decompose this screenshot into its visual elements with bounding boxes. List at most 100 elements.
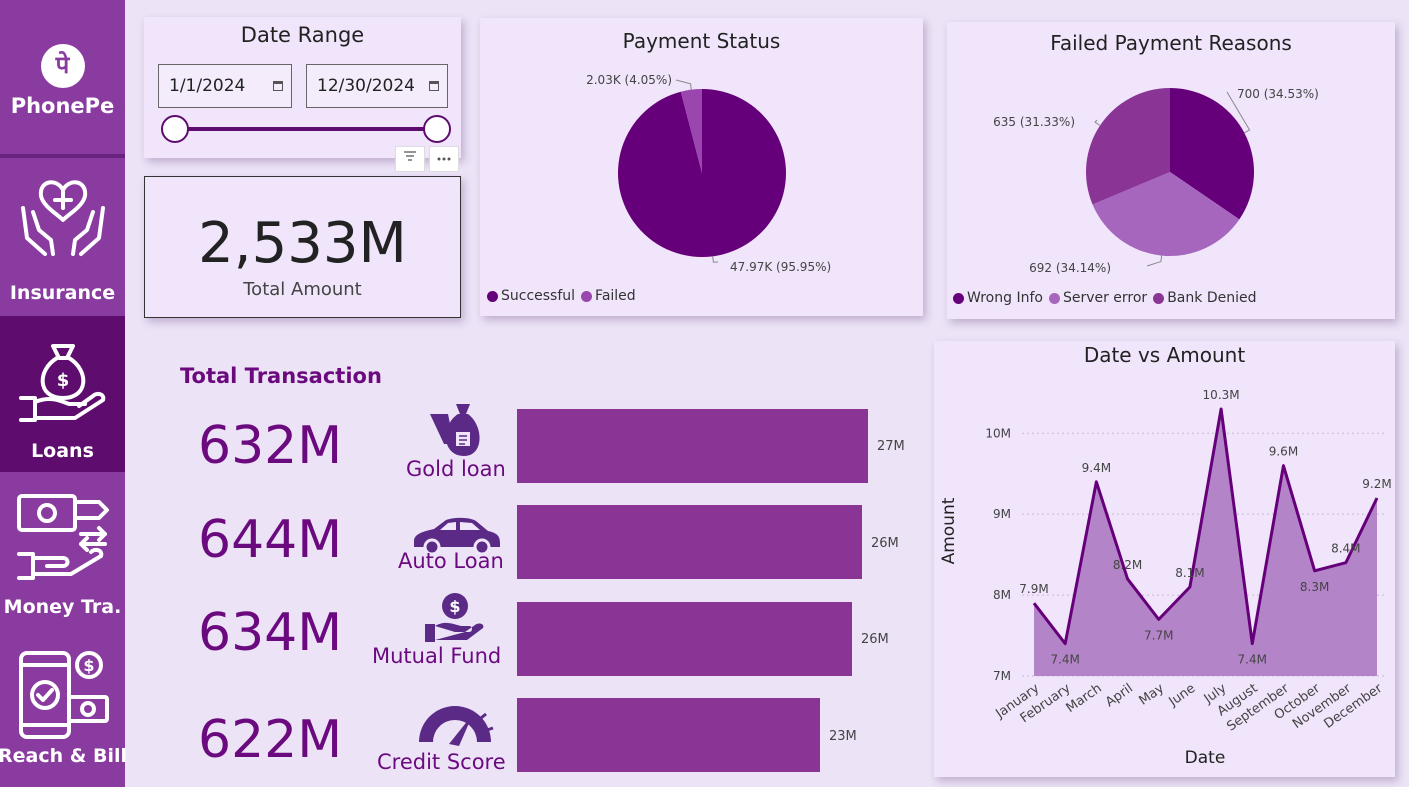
sidebar-item-label: Money Tra.: [3, 596, 122, 618]
sidebar-item-label: Reach & Bill: [0, 745, 127, 767]
sidebar-item-reach-bill[interactable]: $ Reach & Bill: [0, 635, 127, 787]
transaction-bar[interactable]: [517, 505, 862, 579]
start-date-value: 1/1/2024: [169, 76, 246, 96]
pie-data-label: 635 (31.33%): [993, 115, 1075, 129]
legend-dot: [953, 292, 964, 304]
point-data-label: 8.3M: [1300, 580, 1329, 594]
transaction-value: 632M: [198, 416, 343, 476]
money-transfer-icon: [16, 494, 109, 580]
y-tick-label: 10M: [985, 426, 1011, 440]
category-label: Gold loan: [406, 457, 506, 481]
bar-data-label: 23M: [829, 729, 857, 744]
pie-data-label: 2.03K (4.05%): [586, 73, 672, 87]
date-slider-track[interactable]: [174, 127, 439, 131]
point-data-label: 7.7M: [1144, 628, 1173, 642]
end-date-value: 12/30/2024: [317, 76, 415, 96]
legend-label: Successful: [501, 288, 576, 304]
leader-line: [675, 79, 692, 90]
bar-data-label: 27M: [877, 439, 905, 454]
pie-data-label: 47.97K (95.95%): [730, 260, 831, 274]
legend-label: Failed: [595, 288, 636, 304]
legend-dot: [581, 290, 593, 302]
end-date-input[interactable]: 12/30/2024: [306, 64, 448, 108]
y-tick-label: 9M: [993, 507, 1011, 521]
transaction-bar[interactable]: [517, 698, 820, 772]
legend: Wrong Info Server error Bank Denied: [953, 290, 1256, 306]
point-data-label: 9.6M: [1269, 445, 1298, 459]
filter-icon[interactable]: [395, 146, 425, 172]
payment-status-card: Payment Status 47.97K (95.95%) 2.03K (4.0…: [480, 18, 923, 316]
failed-reasons-pie: 700 (34.53%) 692 (34.14%) 635 (31.33%): [993, 87, 1319, 275]
x-tick-label: April: [1103, 681, 1136, 710]
svg-text:$: $: [56, 370, 69, 391]
category-label: Auto Loan: [398, 549, 504, 573]
date-range-slicer: Date Range 1/1/2024 12/30/2024: [144, 17, 461, 158]
legend-item-failed[interactable]: Failed: [581, 288, 636, 304]
x-tick-label: June: [1166, 681, 1199, 710]
point-data-label: 9.2M: [1362, 477, 1391, 491]
start-date-input[interactable]: 1/1/2024: [158, 64, 292, 108]
total-amount-card: 2,533M Total Amount: [144, 176, 461, 318]
phone-bill-payment-icon: $: [18, 651, 109, 739]
date-range-title: Date Range: [240, 23, 365, 47]
point-data-label: 7.9M: [1019, 582, 1048, 596]
legend-dot: [1153, 292, 1165, 304]
date-slider-start-handle[interactable]: [161, 115, 189, 143]
legend-label: Wrong Info: [967, 290, 1043, 306]
date-slider-end-handle[interactable]: [423, 115, 451, 143]
point-data-label: 7.4M: [1050, 653, 1079, 667]
bar-data-label: 26M: [871, 536, 899, 551]
transaction-value: 644M: [198, 510, 343, 570]
sidebar-brand[interactable]: पे PhonePe: [0, 0, 125, 154]
legend-item-bank-denied[interactable]: Bank Denied: [1153, 290, 1256, 306]
point-data-label: 8.2M: [1113, 558, 1142, 572]
phonepe-logo-icon: पे: [40, 44, 85, 88]
calendar-icon[interactable]: [273, 81, 283, 91]
leader-line: [712, 256, 719, 263]
svg-text:$: $: [83, 656, 94, 675]
legend-dot: [1048, 292, 1060, 304]
leader-line: [1146, 255, 1163, 267]
sidebar-item-label: Insurance: [9, 282, 116, 304]
legend-item-server-error[interactable]: Server error: [1048, 290, 1148, 306]
legend-label: Bank Denied: [1167, 290, 1257, 306]
sidebar-item-money-transfer[interactable]: Money Tra.: [0, 476, 125, 631]
sidebar-item-insurance[interactable]: Insurance: [0, 158, 125, 312]
svg-text:$: $: [449, 597, 460, 616]
money-bag-hand-icon: $: [18, 344, 105, 422]
point-data-label: 7.4M: [1238, 653, 1267, 667]
leader-line: [1094, 119, 1101, 126]
gauge-icon: [419, 706, 494, 746]
x-tick-label: March: [1064, 681, 1105, 716]
brand-name: PhonePe: [10, 94, 115, 118]
point-data-label: 9.4M: [1082, 461, 1111, 475]
category-label: Credit Score: [377, 750, 506, 774]
total-transaction-title: Total Transaction: [180, 364, 382, 388]
total-amount-label: Total Amount: [243, 279, 362, 300]
transaction-bar[interactable]: [517, 409, 868, 483]
more-options-icon[interactable]: [429, 146, 459, 172]
sidebar-item-loans[interactable]: $ Loans: [0, 316, 125, 472]
date-vs-amount-card: Date vs Amount 7M 8M 9M 10M 7.9M January 7.4M F…: [934, 341, 1395, 777]
legend-item-successful[interactable]: Successful: [487, 288, 575, 304]
point-data-label: 8.1M: [1175, 566, 1204, 580]
transaction-bar[interactable]: [517, 602, 852, 676]
legend-dot: [487, 290, 498, 302]
gold-loan-bag-icon: [430, 404, 480, 456]
pie-data-label: 700 (34.53%): [1237, 87, 1319, 101]
transaction-value: 622M: [198, 710, 343, 770]
total-amount-value: 2,533M: [198, 211, 407, 276]
pie-data-label: 692 (34.14%): [1029, 261, 1111, 275]
legend-label: Server error: [1062, 290, 1148, 306]
x-tick-label: May: [1136, 681, 1167, 709]
legend-item-wrong-info[interactable]: Wrong Info: [953, 290, 1043, 306]
bar-data-label: 26M: [861, 632, 889, 647]
failed-reasons-card: Failed Payment Reasons 700 (34.53%) 692 (…: [947, 22, 1395, 319]
sidebar: पे PhonePe Insurance $ Loans Money Tra. …: [0, 0, 127, 787]
date-vs-amount-area-chart: 7M8M9M10M7.9MJanuary7.4MFebruary9.4MMarc…: [939, 388, 1392, 768]
calendar-icon[interactable]: [429, 81, 439, 91]
point-data-label: 10.3M: [1203, 388, 1240, 402]
x-axis-title: Date: [1185, 748, 1226, 768]
legend: Successful Failed: [487, 288, 636, 304]
coin-hand-icon: $: [425, 593, 484, 642]
